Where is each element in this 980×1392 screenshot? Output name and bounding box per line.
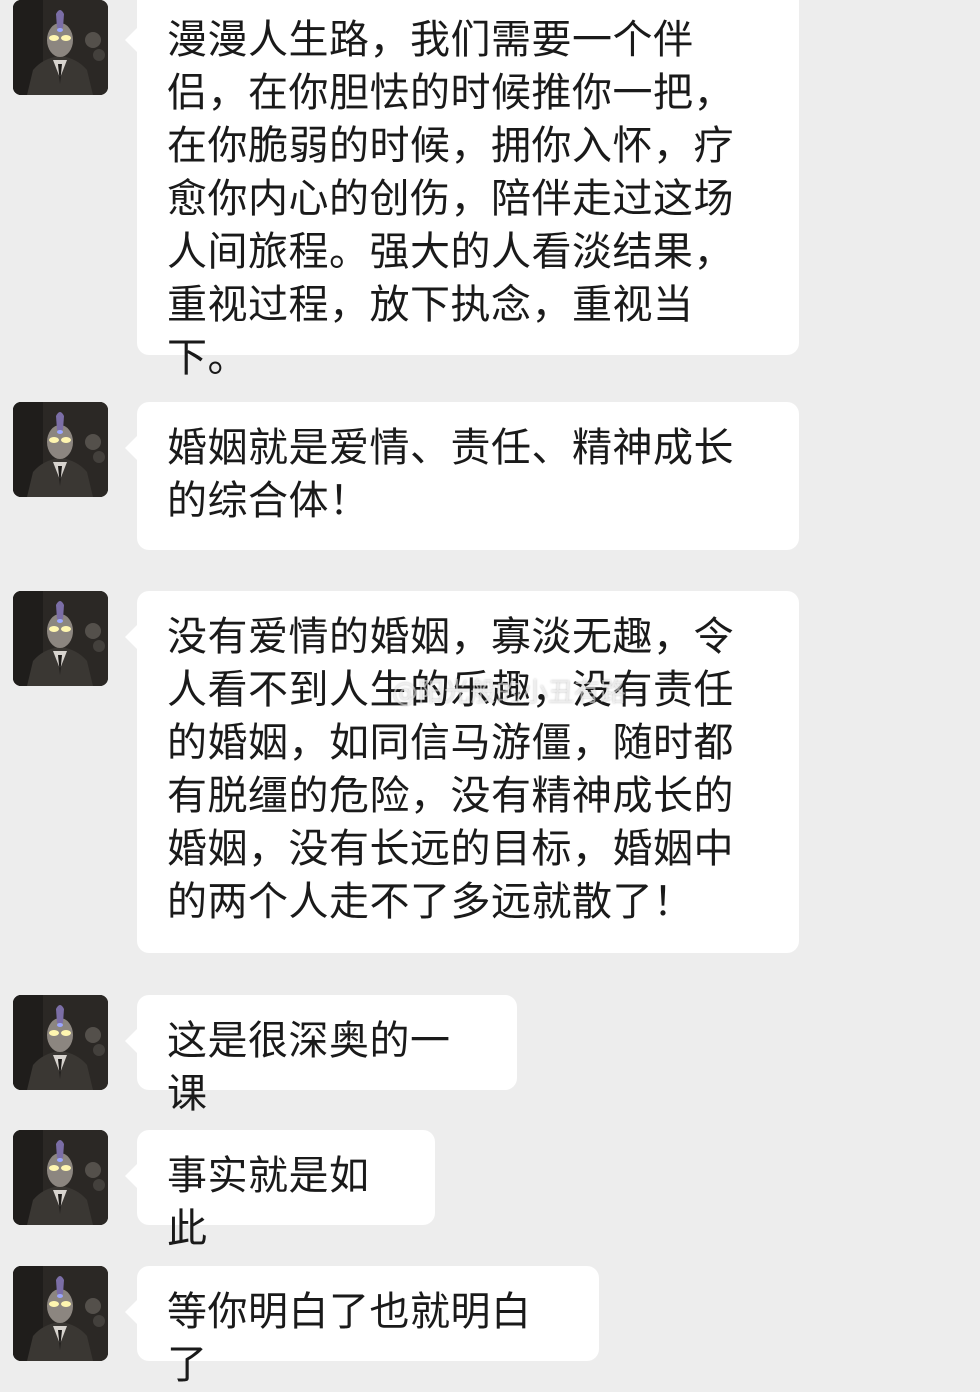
message-bubble[interactable]: 没有爱情的婚姻，寡淡无趣，令人看不到人生的乐趣，没有责任的婚姻，如同信马游僵，随… xyxy=(125,591,799,953)
ultraman-suit-avatar-icon xyxy=(13,0,108,95)
message-bubble[interactable]: 婚姻就是爱情、责任、精神成长的综合体！ xyxy=(125,402,799,550)
ultraman-suit-avatar-icon xyxy=(13,995,108,1090)
avatar[interactable] xyxy=(13,1266,108,1361)
avatar[interactable] xyxy=(13,402,108,497)
message-bubble[interactable]: 漫漫人生路，我们需要一个伴侣，在你胆怯的时候推你一把，在你脆弱的时候，拥你入怀，… xyxy=(125,0,799,381)
message-text: 没有爱情的婚姻，寡淡无趣，令人看不到人生的乐趣，没有责任的婚姻，如同信马游僵，随… xyxy=(167,614,734,925)
ultraman-suit-avatar-icon xyxy=(13,591,108,686)
message-bubble[interactable]: 等你明白了也就明白了 xyxy=(125,1266,599,1388)
message-bubble[interactable]: 这是很深奥的一课 xyxy=(125,995,517,1117)
avatar[interactable] xyxy=(13,995,108,1090)
message-text: 这是很深奥的一课 xyxy=(167,1018,451,1117)
chat-list: 漫漫人生路，我们需要一个伴侣，在你胆怯的时候推你一把，在你脆弱的时候，拥你入怀，… xyxy=(0,0,980,1388)
message-text: 婚姻就是爱情、责任、精神成长的综合体！ xyxy=(167,425,734,524)
avatar[interactable] xyxy=(13,0,108,95)
message-bubble[interactable]: 事实就是如此 xyxy=(125,1130,435,1252)
ultraman-suit-avatar-icon xyxy=(13,1130,108,1225)
avatar[interactable] xyxy=(13,1130,108,1225)
message-text: 漫漫人生路，我们需要一个伴侣，在你胆怯的时候推你一把，在你脆弱的时候，拥你入怀，… xyxy=(167,17,734,381)
avatar[interactable] xyxy=(13,591,108,686)
message-text: 等你明白了也就明白了 xyxy=(167,1289,532,1388)
ultraman-suit-avatar-icon xyxy=(13,402,108,497)
ultraman-suit-avatar-icon xyxy=(13,1266,108,1361)
message-text: 事实就是如此 xyxy=(167,1153,370,1252)
